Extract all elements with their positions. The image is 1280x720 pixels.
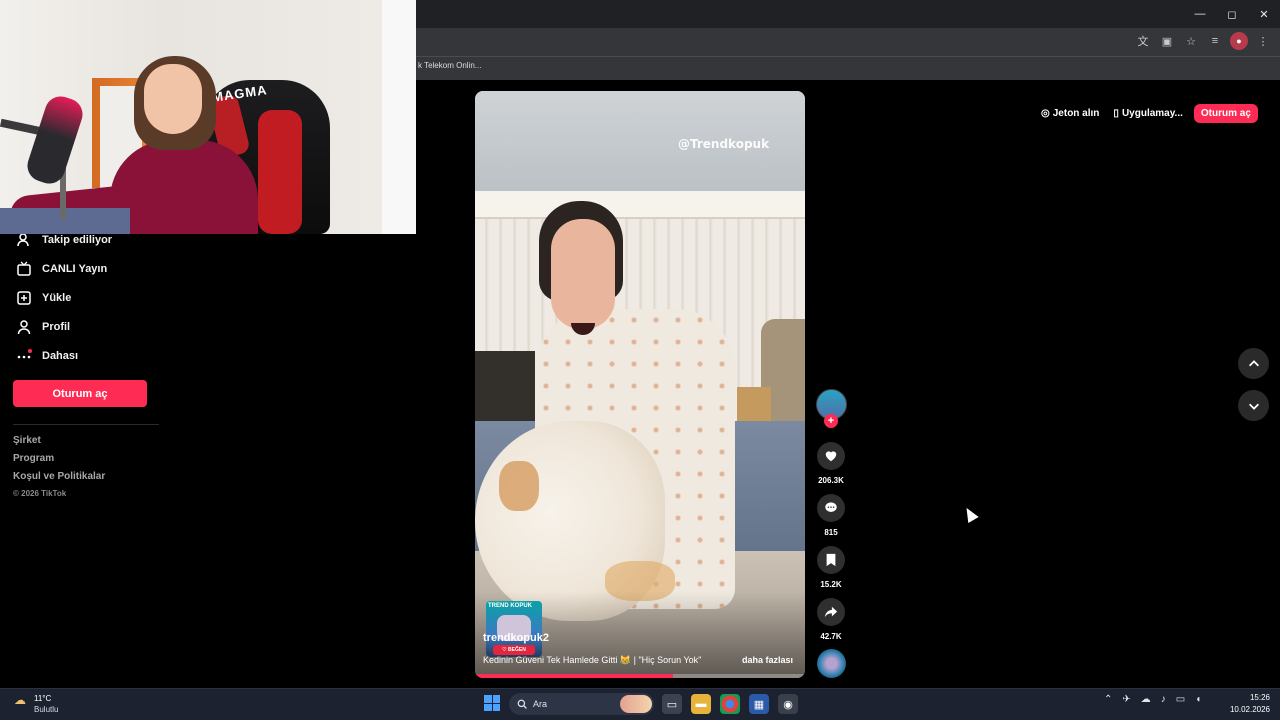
previous-video-button[interactable] — [1238, 348, 1269, 379]
profile-icon — [16, 319, 32, 335]
window-controls: — ◻ ✕ — [1184, 0, 1280, 28]
video-watermark: @Trendkopuk — [678, 137, 770, 151]
caption-more-link[interactable]: daha fazlası — [742, 655, 793, 665]
webcam-overlay: MAGMA — [0, 0, 416, 234]
sidebar-item-label: Profil — [42, 321, 71, 333]
get-coins-link[interactable]: ◎ Jeton alın — [1038, 108, 1102, 119]
chevron-up-icon — [1248, 359, 1259, 366]
copyright-text: © 2026 TikTok — [13, 489, 67, 498]
share-button[interactable] — [817, 598, 845, 626]
sidebar-item-label: Dahası — [42, 350, 79, 362]
share-icon — [824, 606, 838, 618]
store-icon[interactable]: ▦ — [749, 694, 769, 714]
next-video-button[interactable] — [1238, 390, 1269, 421]
sidebar-item-upload[interactable]: Yükle — [16, 287, 71, 309]
clock-date[interactable]: 10.02.2026 — [1222, 705, 1270, 714]
upload-icon — [16, 290, 32, 306]
comment-button[interactable] — [817, 494, 845, 522]
system-tray: ⌃ ✈ ☁ ♪ ▭ ◖ — [1104, 694, 1201, 705]
windows-logo-icon — [484, 695, 492, 703]
footer-link-company[interactable]: Şirket — [13, 435, 41, 446]
weather-temperature[interactable]: 11°C — [34, 694, 51, 703]
volume-icon[interactable]: ◖ — [1195, 694, 1201, 705]
sidebar-item-label: CANLI Yayın — [42, 263, 108, 275]
save-button[interactable] — [817, 546, 845, 574]
tray-app-icon[interactable]: ✈ — [1122, 694, 1130, 705]
task-view-icon[interactable]: ▭ — [662, 694, 682, 714]
chrome-icon[interactable] — [720, 694, 740, 714]
search-highlight-image — [620, 695, 652, 713]
profile-avatar-icon[interactable]: ● — [1230, 32, 1248, 50]
bookmark-icon — [826, 553, 836, 567]
video-caption: Kedinin Güveni Tek Hamlede Gitti 😹 | "Hi… — [483, 655, 702, 665]
steam-icon[interactable]: ◉ — [778, 694, 798, 714]
like-badge: ♡ BEĞEN — [493, 645, 535, 655]
weather-cloud-icon[interactable]: ☁ — [14, 693, 32, 707]
heart-icon — [825, 451, 837, 462]
gaming-chair-accent — [258, 110, 302, 234]
webcam-window — [382, 0, 416, 234]
chevron-down-icon — [1248, 403, 1259, 410]
creator-card-label: TREND KOPUK — [488, 603, 533, 609]
minimize-button[interactable]: — — [1184, 0, 1216, 28]
translate-icon[interactable]: 文 — [1134, 32, 1152, 50]
video-progress-fill — [475, 674, 673, 678]
coin-icon: ◎ — [1041, 107, 1050, 119]
header-login-button[interactable]: Oturum aç — [1193, 103, 1258, 123]
onedrive-icon[interactable]: ☁ — [1141, 694, 1151, 705]
tray-expand-icon[interactable]: ⌃ — [1104, 694, 1112, 705]
sidebar-item-label: Yükle — [42, 292, 72, 304]
display-icon[interactable]: ▭ — [1176, 694, 1185, 705]
get-app-link[interactable]: ▯ Uygulamay... — [1110, 108, 1185, 119]
comment-icon — [825, 502, 837, 512]
get-coins-label: Jeton alın — [1052, 107, 1100, 119]
start-button[interactable] — [484, 695, 500, 711]
live-tv-icon — [16, 261, 32, 277]
search-icon — [517, 699, 527, 709]
maximize-button[interactable]: ◻ — [1216, 0, 1248, 28]
like-count: 206.3K — [818, 476, 844, 485]
sidebar-item-label: Takip ediliyor — [42, 234, 113, 246]
menu-icon[interactable]: ⋮ — [1254, 32, 1272, 50]
more-icon — [16, 348, 32, 364]
media-icon[interactable]: ≡ — [1206, 32, 1224, 50]
footer-link-terms[interactable]: Koşul ve Politikalar — [13, 471, 105, 482]
header-actions: ◎ Jeton alın ▯ Uygulamay... Oturum aç — [1038, 102, 1264, 124]
microphone-icon[interactable]: ♪ — [1161, 694, 1166, 705]
windows-logo-tile — [492, 695, 500, 703]
windows-logo-tile — [484, 703, 492, 711]
close-window-button[interactable]: ✕ — [1248, 0, 1280, 28]
save-count: 15.2K — [820, 580, 842, 589]
search-placeholder: Ara — [533, 699, 548, 709]
bookmark-star-icon[interactable]: ☆ — [1182, 32, 1200, 50]
following-icon — [16, 232, 32, 248]
windows-logo-tile — [492, 703, 500, 711]
share-count: 42.7K — [820, 632, 842, 641]
file-explorer-icon[interactable]: ▬ — [691, 694, 711, 714]
mouse-cursor — [961, 504, 979, 524]
video-username[interactable]: trendkopuk2 — [483, 632, 549, 644]
video-person-face — [551, 219, 615, 329]
sidebar-login-button[interactable]: Oturum aç — [13, 380, 147, 407]
sidebar-item-more[interactable]: Dahası — [16, 345, 78, 367]
cast-icon[interactable]: ▣ — [1158, 32, 1176, 50]
sidebar-item-live[interactable]: CANLI Yayın — [16, 258, 107, 280]
like-button[interactable] — [817, 442, 845, 470]
toolbar-icons: 文 ▣ ☆ ≡ ● ⋮ — [1134, 32, 1272, 50]
follow-button[interactable]: + — [824, 414, 838, 428]
comment-count: 815 — [824, 528, 838, 537]
music-disc[interactable] — [817, 649, 846, 678]
get-app-label: Uygulamay... — [1121, 107, 1183, 119]
bookmark-link[interactable]: k Telekom Onlin... — [418, 61, 481, 70]
video-player[interactable]: @Trendkopuk TREND KOPUK ♡ BEĞEN trendkop… — [475, 91, 805, 678]
weather-description[interactable]: Bulutlu — [34, 705, 58, 714]
footer-link-program[interactable]: Program — [13, 453, 54, 464]
video-valance — [475, 191, 805, 219]
sidebar-item-profile[interactable]: Profil — [16, 316, 70, 338]
sidebar-divider — [13, 424, 159, 425]
clock-time[interactable]: 15:26 — [1226, 693, 1270, 702]
phone-icon: ▯ — [1113, 107, 1119, 119]
streamer-face — [144, 64, 202, 134]
video-cat-spot — [499, 461, 539, 511]
